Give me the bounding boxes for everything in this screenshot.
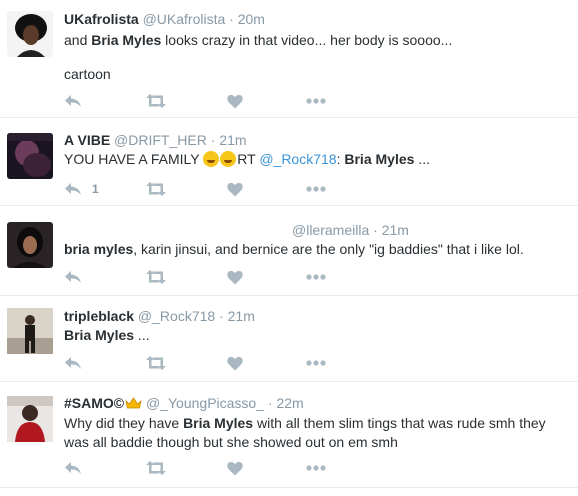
tweet-header: A VIBE @DRIFT_HER · 21m bbox=[64, 131, 570, 149]
tweet-header: UKafrolista @UKafrolista · 20m bbox=[64, 10, 570, 28]
laughing-emoji-icon bbox=[203, 151, 220, 167]
tweet-item[interactable]: @llerameilla · 21m bria myles, karin jin… bbox=[0, 206, 578, 296]
retweet-button[interactable] bbox=[146, 180, 166, 198]
tweet-text: Why did they have Bria Myles with all th… bbox=[64, 414, 570, 452]
tweet-item[interactable]: UKafrolista @UKafrolista · 20m and Bria … bbox=[0, 0, 578, 118]
tweet-item[interactable]: A VIBE @DRIFT_HER · 21m YOU HAVE A FAMIL… bbox=[0, 118, 578, 206]
text-segment: ... bbox=[134, 327, 150, 343]
text-segment: RT bbox=[237, 151, 260, 167]
avatar[interactable] bbox=[7, 133, 53, 179]
avatar[interactable] bbox=[7, 396, 53, 442]
reply-icon bbox=[64, 356, 82, 370]
text-segment: , karin jinsui, and bernice are the only… bbox=[133, 241, 524, 257]
retweet-icon bbox=[146, 94, 166, 108]
text-segment: Why did they have bbox=[64, 415, 184, 431]
tweet-text: YOU HAVE A FAMILY RT @_Rock718: Bria Myl… bbox=[64, 150, 570, 169]
retweet-button[interactable] bbox=[146, 268, 166, 286]
more-dots-icon bbox=[306, 274, 326, 280]
reply-button[interactable] bbox=[64, 268, 82, 286]
user-handle[interactable]: @DRIFT_HER bbox=[114, 132, 207, 148]
heart-icon bbox=[227, 461, 243, 476]
crown-icon bbox=[125, 395, 142, 413]
more-button[interactable] bbox=[306, 268, 326, 286]
separator: · bbox=[267, 395, 273, 411]
reply-icon bbox=[64, 182, 82, 196]
more-button[interactable] bbox=[306, 180, 326, 198]
like-button[interactable] bbox=[227, 459, 243, 477]
tweet-text: bria myles, karin jinsui, and bernice ar… bbox=[64, 240, 570, 259]
separator: · bbox=[229, 11, 234, 27]
retweet-icon bbox=[146, 356, 166, 370]
user-name[interactable]: #SAMO© bbox=[64, 395, 124, 411]
reply-icon bbox=[64, 461, 82, 475]
retweet-button[interactable] bbox=[146, 92, 166, 110]
timestamp[interactable]: 20m bbox=[238, 11, 265, 27]
more-dots-icon bbox=[306, 360, 326, 366]
user-name[interactable]: UKafrolista bbox=[64, 11, 139, 27]
retweet-button[interactable] bbox=[146, 459, 166, 477]
user-name[interactable]: tripleblack bbox=[64, 308, 134, 324]
user-handle[interactable]: @_YoungPicasso_ bbox=[146, 395, 264, 411]
avatar[interactable] bbox=[7, 222, 53, 268]
user-handle[interactable]: @_Rock718 bbox=[138, 308, 215, 324]
text-segment: YOU HAVE A FAMILY bbox=[64, 151, 204, 167]
heart-icon bbox=[227, 270, 243, 285]
reply-button[interactable] bbox=[64, 92, 82, 110]
heart-icon bbox=[227, 356, 243, 371]
retweet-button[interactable] bbox=[146, 354, 166, 372]
highlighted-keyword: Bria Myles bbox=[344, 151, 415, 167]
avatar[interactable] bbox=[7, 11, 53, 57]
laughing-emoji-icon bbox=[220, 151, 237, 167]
like-button[interactable] bbox=[227, 180, 243, 198]
tweet-header: tripleblack @_Rock718 · 21m bbox=[64, 307, 570, 325]
timestamp[interactable]: 21m bbox=[219, 132, 246, 148]
reply-button[interactable] bbox=[64, 459, 82, 477]
text-segment: ... bbox=[414, 151, 430, 167]
separator: · bbox=[219, 308, 224, 324]
more-button[interactable] bbox=[306, 354, 326, 372]
heart-icon bbox=[227, 94, 243, 109]
highlighted-keyword: Bria Myles bbox=[183, 415, 254, 431]
separator: · bbox=[210, 132, 216, 148]
tweet-text: Bria Myles ... bbox=[64, 326, 570, 345]
reply-icon bbox=[64, 94, 82, 108]
user-handle[interactable]: @UKafrolista bbox=[143, 11, 226, 27]
highlighted-keyword: Bria Myles bbox=[91, 32, 162, 48]
text-segment: looks crazy in that video... her body is… bbox=[161, 32, 453, 48]
more-dots-icon bbox=[306, 98, 326, 104]
timestamp[interactable]: 21m bbox=[382, 222, 409, 238]
reply-button[interactable]: 1 bbox=[64, 180, 99, 198]
more-dots-icon bbox=[306, 465, 326, 471]
like-button[interactable] bbox=[227, 268, 243, 286]
separator: · bbox=[373, 222, 378, 238]
retweet-icon bbox=[146, 270, 166, 284]
retweet-icon bbox=[146, 182, 166, 196]
user-handle[interactable]: @llerameilla bbox=[292, 222, 369, 238]
heart-icon bbox=[227, 182, 243, 197]
tweet-feed: UKafrolista @UKafrolista · 20m and Bria … bbox=[0, 0, 578, 496]
reply-icon bbox=[64, 270, 82, 284]
highlighted-keyword: bria myles bbox=[64, 241, 134, 257]
more-dots-icon bbox=[306, 186, 326, 192]
text-segment: and bbox=[64, 32, 92, 48]
reply-count: 1 bbox=[92, 182, 99, 196]
tweet-item[interactable]: tripleblack @_Rock718 · 21m Bria Myles .… bbox=[0, 296, 578, 382]
like-button[interactable] bbox=[227, 92, 243, 110]
highlighted-keyword: Bria Myles bbox=[64, 327, 135, 343]
like-button[interactable] bbox=[227, 354, 243, 372]
tweet-text-line: cartoon bbox=[64, 66, 111, 82]
avatar[interactable] bbox=[7, 308, 53, 354]
tweet-header: #SAMO© @_YoungPicasso_ · 22m bbox=[64, 394, 570, 413]
reply-button[interactable] bbox=[64, 354, 82, 372]
more-button[interactable] bbox=[306, 92, 326, 110]
timestamp[interactable]: 21m bbox=[228, 308, 255, 324]
user-name[interactable]: A VIBE bbox=[64, 132, 110, 148]
tweet-header: @llerameilla · 21m bbox=[64, 221, 570, 239]
retweet-icon bbox=[146, 461, 166, 475]
mention-link[interactable]: @_Rock718 bbox=[259, 151, 336, 167]
more-button[interactable] bbox=[306, 459, 326, 477]
tweet-text: and Bria Myles looks crazy in that video… bbox=[64, 31, 570, 50]
tweet-item[interactable]: #SAMO© @_YoungPicasso_ · 22m Why did the… bbox=[0, 382, 578, 488]
timestamp[interactable]: 22m bbox=[276, 395, 303, 411]
